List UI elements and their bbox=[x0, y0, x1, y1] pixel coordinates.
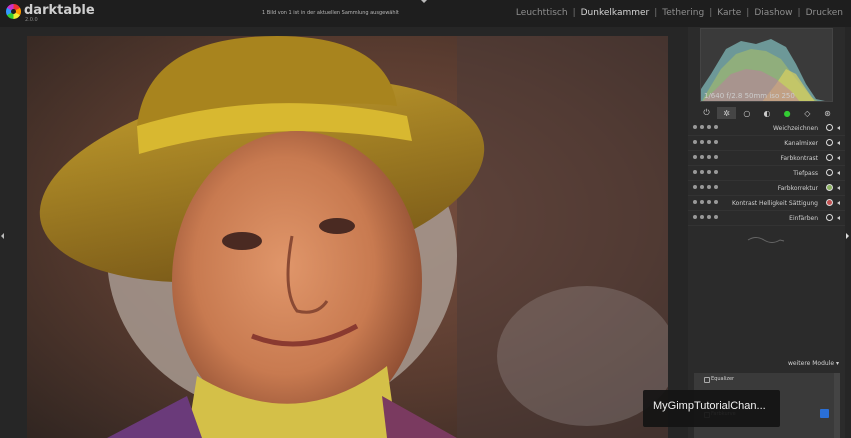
more-modules-toggle[interactable]: weitere Module ▾ bbox=[788, 360, 839, 367]
more-module-item[interactable]: Equalizer bbox=[694, 373, 840, 384]
expand-arrow-icon[interactable] bbox=[837, 216, 840, 220]
expand-arrow-icon[interactable] bbox=[837, 126, 840, 130]
preset-icon[interactable] bbox=[700, 215, 704, 219]
top-bar: darktable 2.0.0 1 Bild von 1 ist in der … bbox=[0, 0, 851, 27]
channel-name: MyGimpTutorialChan... bbox=[653, 400, 766, 412]
module-label: Kanalmixer bbox=[784, 140, 818, 147]
expand-arrow-icon[interactable] bbox=[837, 141, 840, 145]
reset-icon[interactable] bbox=[707, 200, 711, 204]
drop-icon[interactable]: ◇ bbox=[798, 107, 817, 119]
lowpass-icon bbox=[826, 169, 833, 176]
preset-icon[interactable] bbox=[700, 155, 704, 159]
toggle-icon[interactable] bbox=[693, 155, 697, 159]
reset-icon[interactable] bbox=[707, 185, 711, 189]
more-modules-label: weitere Module bbox=[788, 360, 835, 367]
module-farbkorrektur[interactable]: Farbkorrektur bbox=[688, 181, 845, 196]
module-label: Farbkontrast bbox=[780, 155, 818, 162]
expand-arrow-icon[interactable] bbox=[837, 156, 840, 160]
exif-info: 1/640 f/2.8 50mm iso 250 bbox=[704, 92, 795, 100]
colorcorrection-icon bbox=[826, 184, 833, 191]
reset-icon[interactable] bbox=[707, 140, 711, 144]
decorative-flourish-icon bbox=[747, 237, 785, 243]
toggle-icon[interactable] bbox=[693, 125, 697, 129]
menu-icon[interactable] bbox=[714, 140, 718, 144]
expand-arrow-icon[interactable] bbox=[837, 186, 840, 190]
module-kontrast-helligkeit-saettigung[interactable]: Kontrast Helligkeit Sättigung bbox=[688, 196, 845, 211]
power-icon[interactable]: ⏻ bbox=[697, 107, 716, 119]
toggle-icon[interactable] bbox=[693, 200, 697, 204]
circle-icon[interactable]: ○ bbox=[737, 107, 756, 119]
top-panel-toggle-icon[interactable] bbox=[421, 0, 427, 3]
expand-arrow-icon[interactable] bbox=[837, 201, 840, 205]
right-panel-toggle-icon[interactable] bbox=[846, 233, 849, 239]
reset-icon[interactable] bbox=[707, 215, 711, 219]
toggle-icon[interactable] bbox=[693, 140, 697, 144]
menu-icon[interactable] bbox=[714, 200, 718, 204]
toggle-icon[interactable] bbox=[693, 215, 697, 219]
preset-icon[interactable] bbox=[700, 185, 704, 189]
module-group-tabs: ⏻ ✲ ○ ◐ ● ◇ ⊛ bbox=[692, 107, 842, 121]
toggle-icon[interactable] bbox=[693, 170, 697, 174]
view-darkroom[interactable]: Dunkelkammer bbox=[579, 8, 652, 18]
menu-icon[interactable] bbox=[714, 170, 718, 174]
module-einfaerben[interactable]: Einfärben bbox=[688, 211, 845, 226]
reset-icon[interactable] bbox=[707, 170, 711, 174]
module-label: Kontrast Helligkeit Sättigung bbox=[732, 200, 818, 207]
preset-icon[interactable] bbox=[700, 125, 704, 129]
menu-icon[interactable] bbox=[714, 185, 718, 189]
contrast-icon bbox=[826, 154, 833, 161]
menu-icon[interactable] bbox=[714, 125, 718, 129]
module-farbkontrast[interactable]: Farbkontrast bbox=[688, 151, 845, 166]
view-switcher: Leuchttisch | Dunkelkammer | Tethering |… bbox=[514, 8, 845, 18]
more-modules-scrollbar[interactable] bbox=[834, 373, 840, 438]
view-map[interactable]: Karte bbox=[715, 8, 743, 18]
expand-arrow-icon[interactable] bbox=[837, 171, 840, 175]
toggle-icon[interactable] bbox=[693, 185, 697, 189]
menu-icon[interactable] bbox=[714, 215, 718, 219]
module-badge-icon bbox=[820, 409, 829, 418]
module-weichzeichnen[interactable]: Weichzeichnen bbox=[688, 121, 845, 136]
video-channel-overlay: MyGimpTutorialChan... bbox=[643, 390, 780, 427]
color-circle-icon[interactable]: ● bbox=[778, 107, 797, 119]
module-label: Weichzeichnen bbox=[773, 125, 818, 132]
mixer-icon bbox=[826, 139, 833, 146]
right-panel: 1/640 f/2.8 50mm iso 250 ⏻ ✲ ○ ◐ ● ◇ ⊛ W… bbox=[688, 27, 845, 438]
view-tethering[interactable]: Tethering bbox=[660, 8, 706, 18]
app-version: 2.0.0 bbox=[25, 17, 38, 23]
module-label: Farbkorrektur bbox=[777, 185, 818, 192]
histogram[interactable]: 1/640 f/2.8 50mm iso 250 bbox=[700, 28, 833, 102]
image-canvas[interactable] bbox=[27, 36, 668, 438]
lens-icon[interactable]: ⊛ bbox=[818, 107, 837, 119]
app-name: darktable bbox=[24, 3, 95, 18]
menu-icon[interactable] bbox=[714, 155, 718, 159]
left-panel-toggle-icon[interactable] bbox=[1, 233, 4, 239]
preset-icon[interactable] bbox=[700, 200, 704, 204]
portrait-photo bbox=[27, 36, 668, 438]
view-lighttable[interactable]: Leuchttisch bbox=[514, 8, 570, 18]
view-print[interactable]: Drucken bbox=[804, 8, 845, 18]
module-tiefpass[interactable]: Tiefpass bbox=[688, 166, 845, 181]
reset-icon[interactable] bbox=[707, 125, 711, 129]
module-list: Weichzeichnen Kanalmixer Farbkontrast Ti… bbox=[688, 121, 845, 226]
module-kanalmixer[interactable]: Kanalmixer bbox=[688, 136, 845, 151]
module-label: Einfärben bbox=[789, 215, 818, 222]
colorize-icon bbox=[826, 214, 833, 221]
star-icon[interactable]: ✲ bbox=[717, 107, 737, 119]
reset-icon[interactable] bbox=[707, 155, 711, 159]
view-slideshow[interactable]: Diashow bbox=[752, 8, 794, 18]
half-circle-icon[interactable]: ◐ bbox=[757, 107, 776, 119]
brightness-icon bbox=[826, 199, 833, 206]
module-label: Tiefpass bbox=[793, 170, 818, 177]
preset-icon[interactable] bbox=[700, 140, 704, 144]
darktable-logo-icon bbox=[6, 4, 21, 19]
collection-status: 1 Bild von 1 ist in der aktuellen Sammlu… bbox=[262, 10, 399, 16]
blur-icon bbox=[826, 124, 833, 131]
preset-icon[interactable] bbox=[700, 170, 704, 174]
darktable-window: darktable 2.0.0 1 Bild von 1 ist in der … bbox=[0, 0, 851, 438]
